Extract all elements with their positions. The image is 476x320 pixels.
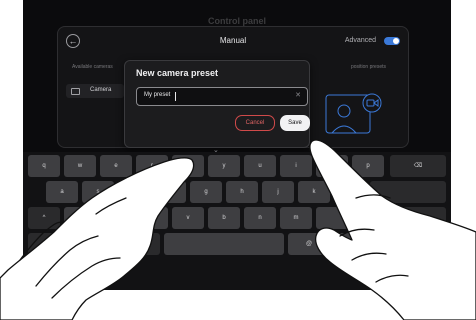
clear-icon[interactable]: ✕	[295, 91, 301, 99]
key-l[interactable]: l	[334, 181, 366, 203]
key-d[interactable]: d	[118, 181, 150, 203]
backspace-icon: ⌫	[413, 163, 423, 169]
key-comma[interactable]	[316, 207, 348, 229]
key-p[interactable]: p	[352, 155, 384, 177]
key-j[interactable]: j	[262, 181, 294, 203]
key-r[interactable]: r	[136, 155, 168, 177]
shift-key[interactable]: ^	[28, 207, 60, 229]
camera-list-item[interactable]: Camera	[66, 84, 124, 98]
emoji-key[interactable]: ☺	[28, 233, 60, 255]
key-n[interactable]: n	[244, 207, 276, 229]
save-button[interactable]: Save	[280, 115, 310, 131]
space-key[interactable]	[164, 233, 284, 255]
key-a[interactable]: a	[46, 181, 78, 203]
key-f[interactable]: f	[154, 181, 186, 203]
text-caret	[175, 92, 176, 101]
shift-key-right[interactable]	[390, 207, 446, 229]
preset-name-value: My preset	[144, 92, 171, 98]
position-presets-label: position presets	[350, 64, 386, 70]
key-v[interactable]: v	[172, 207, 204, 229]
key-h[interactable]: h	[226, 181, 258, 203]
toggle-knob	[393, 38, 399, 44]
key-dot[interactable]	[334, 233, 366, 255]
key-o[interactable]: o	[316, 155, 348, 177]
key-t[interactable]: t	[172, 155, 204, 177]
numbers-key[interactable]: 123	[100, 233, 160, 255]
key-y[interactable]: y	[208, 155, 240, 177]
advanced-toggle[interactable]	[384, 37, 400, 45]
key-e[interactable]: e	[100, 155, 132, 177]
preset-illustration	[325, 93, 382, 134]
advanced-label: Advanced	[344, 37, 376, 44]
key-u[interactable]: u	[244, 155, 276, 177]
camera-item-label: Camera	[90, 87, 112, 93]
numbers-key-label: 123	[140, 241, 151, 247]
settings-key[interactable]	[64, 233, 96, 255]
preset-name-input[interactable]: My preset ✕	[136, 87, 308, 106]
key-x[interactable]: x	[100, 207, 132, 229]
cancel-button[interactable]: Cancel	[235, 115, 275, 131]
key-period[interactable]	[352, 207, 384, 229]
return-key[interactable]	[370, 181, 446, 203]
key-s[interactable]: s	[82, 181, 114, 203]
key-z[interactable]: z	[64, 207, 96, 229]
key-i[interactable]: i	[280, 155, 312, 177]
key-g[interactable]: g	[190, 181, 222, 203]
camera-icon	[71, 88, 80, 95]
device-screen: Control panel ← Manual Advanced Availabl…	[23, 0, 451, 290]
new-preset-dialog: New camera preset My preset ✕ Cancel Sav…	[124, 60, 310, 148]
key-m[interactable]: m	[280, 207, 312, 229]
key-k[interactable]: k	[298, 181, 330, 203]
screen-title: Control panel	[208, 16, 266, 26]
next-key[interactable]	[370, 233, 446, 255]
emoji-icon: ☺	[40, 241, 48, 247]
key-w[interactable]: w	[64, 155, 96, 177]
key-b[interactable]: b	[208, 207, 240, 229]
backspace-key[interactable]: ⌫	[390, 155, 446, 177]
available-cameras-label: Available cameras	[72, 64, 113, 70]
key-c[interactable]: c	[136, 207, 168, 229]
key-at[interactable]: @	[288, 233, 330, 255]
on-screen-keyboard: q w e r t y u i o p ⌫ a s d f g h j k l …	[23, 152, 451, 290]
dialog-title: New camera preset	[136, 68, 219, 78]
shift-icon: ^	[42, 215, 46, 221]
key-q[interactable]: q	[28, 155, 60, 177]
